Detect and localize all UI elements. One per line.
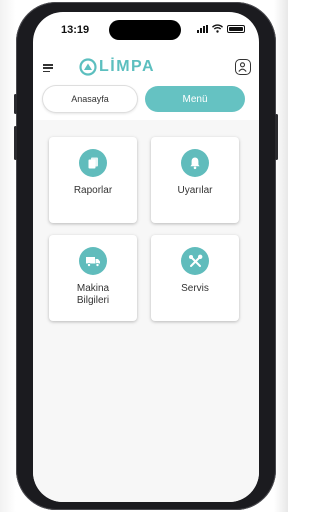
menu-card-alerts[interactable]: Uyarılar bbox=[151, 137, 239, 223]
page-edge-right bbox=[274, 0, 288, 512]
phone-button bbox=[14, 94, 17, 114]
wifi-icon bbox=[212, 24, 223, 33]
app-header: LİMPA bbox=[33, 52, 259, 82]
menu-card-label: Makina Bilgileri bbox=[76, 283, 110, 306]
tab-menu[interactable]: Menü bbox=[145, 86, 245, 112]
hamburger-menu-icon[interactable] bbox=[43, 64, 53, 72]
menu-card-service[interactable]: Servis bbox=[151, 235, 239, 321]
truck-icon bbox=[79, 247, 107, 275]
menu-card-label: Raporlar bbox=[73, 185, 113, 196]
menu-card-machine-info[interactable]: Makina Bilgileri bbox=[49, 235, 137, 321]
reports-icon bbox=[79, 149, 107, 177]
phone-button bbox=[275, 114, 278, 160]
menu-card-label: Servis bbox=[181, 283, 209, 294]
bell-icon bbox=[181, 149, 209, 177]
status-bar: 13:19 bbox=[33, 12, 259, 40]
tools-icon bbox=[181, 247, 209, 275]
dynamic-island bbox=[109, 20, 181, 40]
tab-bar: Anasayfa Menü bbox=[41, 86, 253, 114]
tab-anasayfa[interactable]: Anasayfa bbox=[43, 86, 137, 112]
status-icons bbox=[197, 24, 245, 33]
page-edge-left bbox=[0, 0, 16, 512]
logo-text: LİMPA bbox=[99, 58, 156, 75]
menu-card-reports[interactable]: Raporlar bbox=[49, 137, 137, 223]
logo-mark-icon bbox=[79, 58, 97, 76]
app-screen: 13:19 LİMPA Anasayfa Menü Raporlar Uyarı… bbox=[33, 12, 259, 502]
phone-button bbox=[14, 126, 17, 160]
signal-icon bbox=[197, 24, 208, 33]
menu-content: Raporlar Uyarılar Makina Bilgileri Servi… bbox=[33, 120, 259, 502]
app-logo: LİMPA bbox=[79, 58, 155, 76]
menu-card-label: Uyarılar bbox=[177, 185, 213, 196]
battery-icon bbox=[227, 24, 245, 33]
user-profile-icon[interactable] bbox=[235, 59, 251, 75]
status-time: 13:19 bbox=[61, 24, 90, 36]
